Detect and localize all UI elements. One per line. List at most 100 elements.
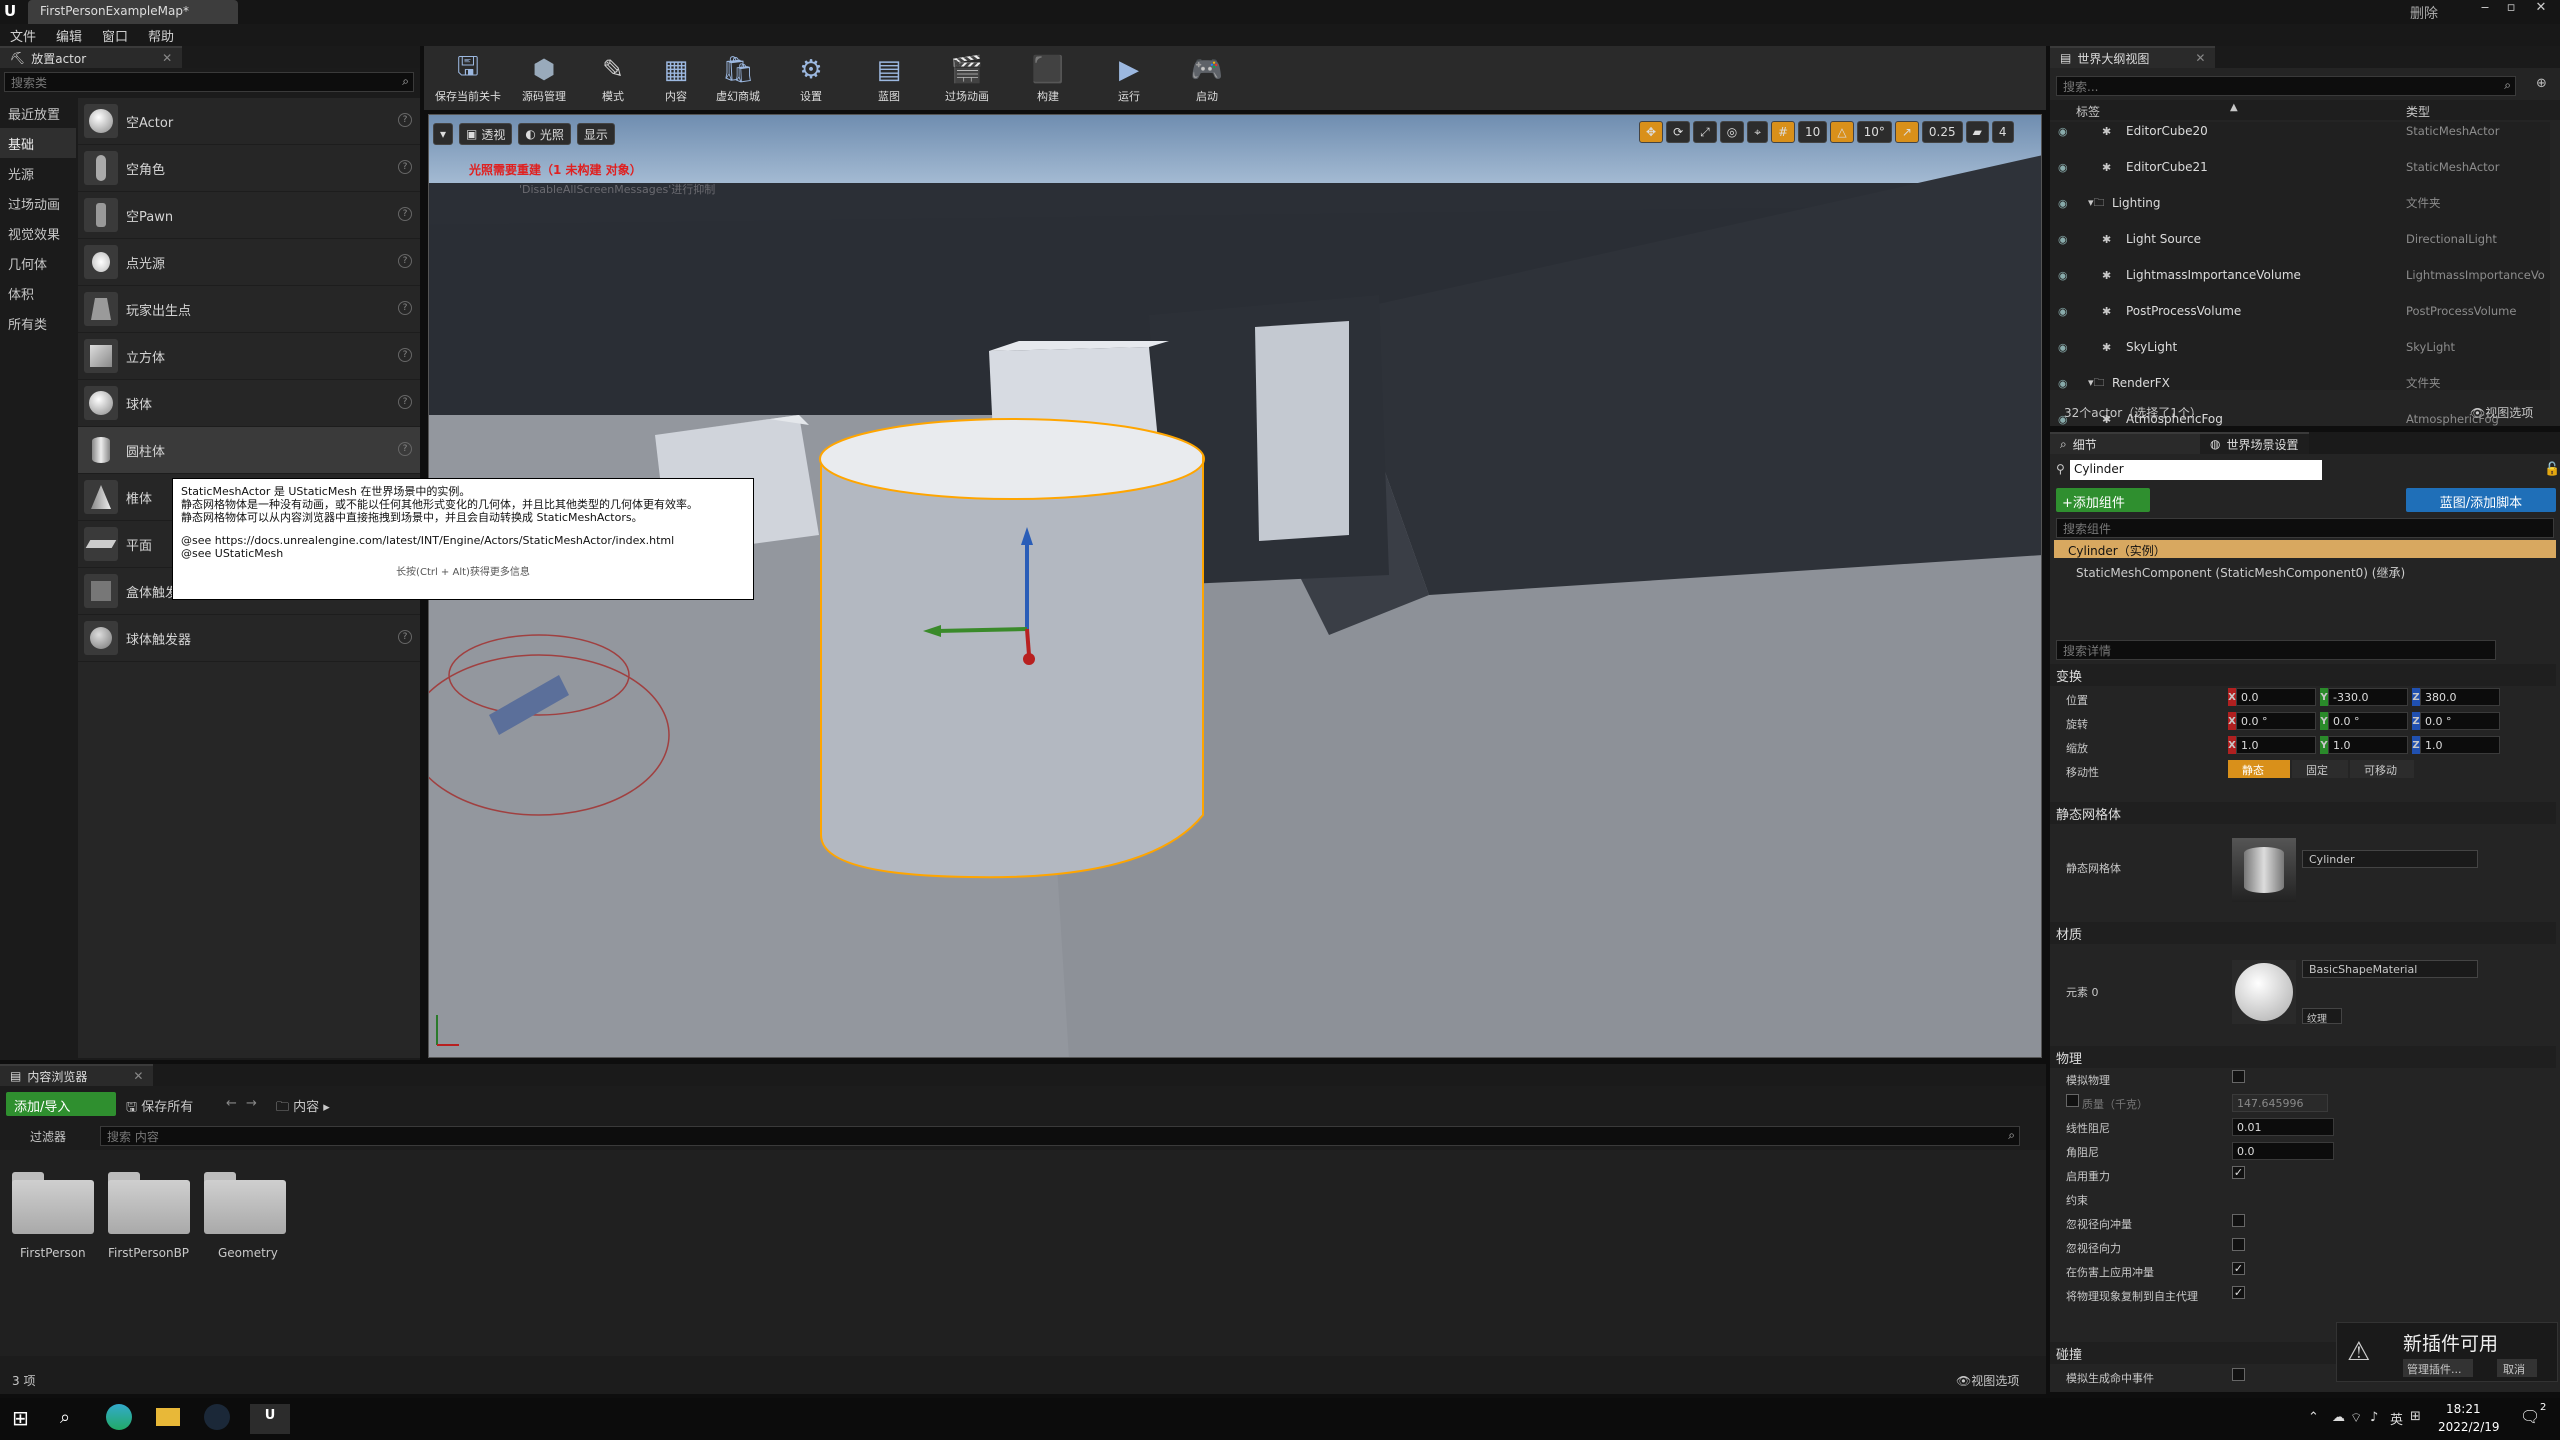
- sim-hit-checkbox[interactable]: [2232, 1368, 2245, 1381]
- camera-speed[interactable]: 4: [1991, 121, 2014, 143]
- actor-item-sphere-trigger[interactable]: 球体触发器?: [78, 615, 420, 662]
- windows-start-icon[interactable]: ⊞: [12, 1406, 29, 1430]
- menu-edit[interactable]: 编辑: [46, 26, 92, 45]
- path-breadcrumb[interactable]: 🗀 内容 ▸: [276, 1096, 330, 1120]
- scale-snap-icon[interactable]: ↗: [1894, 121, 1919, 143]
- marketplace-button[interactable]: 🛍 虚幻商城: [708, 48, 768, 106]
- materials-section[interactable]: 材质: [2050, 922, 2556, 944]
- mobility-stationary[interactable]: 固定: [2292, 760, 2348, 778]
- loc-y[interactable]: -330.0: [2328, 688, 2408, 706]
- mesh-dropdown[interactable]: Cylinder: [2302, 850, 2478, 868]
- actor-item-empty-actor[interactable]: 空Actor?: [78, 98, 420, 145]
- unreal-icon[interactable]: U: [250, 1404, 290, 1434]
- texture-button[interactable]: 纹理: [2302, 1008, 2342, 1025]
- save-all-button[interactable]: 🖫 保存所有: [126, 1096, 193, 1120]
- material-dropdown[interactable]: BasicShapeMaterial: [2302, 960, 2478, 978]
- add-component-button[interactable]: +添加组件: [2056, 488, 2150, 512]
- actor-item-cube[interactable]: 立方体?: [78, 333, 420, 380]
- mobility-movable[interactable]: 可移动: [2350, 760, 2414, 778]
- tab-world-outliner[interactable]: ▤ 世界大纲视图 ✕: [2050, 46, 2216, 68]
- file-explorer-icon[interactable]: [156, 1408, 180, 1426]
- outliner-row[interactable]: ◉ ✱ PostProcessVolume PostProcessVolume: [2050, 302, 2550, 320]
- content-view-options[interactable]: 👁视图选项: [1956, 1372, 2019, 1389]
- visibility-eye-icon[interactable]: ◉: [2058, 341, 2068, 354]
- surface-snap-icon[interactable]: ⌖: [1747, 121, 1768, 143]
- scale-y[interactable]: 1.0: [2328, 736, 2408, 754]
- ime-icon[interactable]: ⊞: [2410, 1409, 2421, 1424]
- lit-button[interactable]: ◐ 光照: [518, 123, 571, 145]
- mobility-static[interactable]: 静态: [2228, 760, 2290, 778]
- tab-place-actor[interactable]: ⛏ 放置actor ✕: [0, 46, 183, 68]
- tab-content-browser[interactable]: ▤ 内容浏览器 ✕: [0, 1064, 154, 1086]
- outliner-view-options[interactable]: 👁视图选项: [2470, 404, 2533, 421]
- physics-section[interactable]: 物理: [2050, 1046, 2556, 1068]
- tab-close-icon[interactable]: ✕: [133, 1069, 143, 1083]
- help-icon[interactable]: ?: [398, 395, 412, 409]
- show-button[interactable]: 显示: [576, 123, 615, 145]
- visibility-eye-icon[interactable]: ◉: [2058, 305, 2068, 318]
- help-icon[interactable]: ?: [398, 113, 412, 127]
- transform-section[interactable]: 变换: [2050, 664, 2556, 686]
- actor-item-cylinder[interactable]: 圆柱体?: [78, 427, 420, 474]
- back-icon[interactable]: ←: [226, 1096, 237, 1111]
- outliner-add-icon[interactable]: ⊕: [2536, 76, 2547, 91]
- outliner-row[interactable]: ◉ ▾🗀 Lighting 文件夹: [2050, 194, 2550, 212]
- actor-item-player-start[interactable]: 玩家出生点?: [78, 286, 420, 333]
- help-icon[interactable]: ?: [398, 207, 412, 221]
- visibility-eye-icon[interactable]: ◉: [2058, 197, 2068, 210]
- scale-size[interactable]: 0.25: [1921, 121, 1963, 143]
- visibility-eye-icon[interactable]: ◉: [2058, 269, 2068, 282]
- play-button[interactable]: ▶ 运行: [1094, 48, 1164, 106]
- scale-z[interactable]: 1.0: [2420, 736, 2500, 754]
- source-control-button[interactable]: ⬢ 源码管理: [514, 48, 574, 106]
- loc-x[interactable]: 0.0: [2236, 688, 2316, 706]
- maximize-icon[interactable]: ▫: [2500, 0, 2522, 20]
- viewport-menu-button[interactable]: ▾: [433, 123, 454, 145]
- forward-icon[interactable]: →: [246, 1096, 257, 1111]
- actor-item-point-light[interactable]: 点光源?: [78, 239, 420, 286]
- replicate-checkbox[interactable]: ✓: [2232, 1286, 2245, 1299]
- rot-snap-icon[interactable]: △: [1830, 121, 1854, 143]
- search-icon[interactable]: ⌕: [60, 1407, 70, 1428]
- grid-size[interactable]: 10: [1798, 121, 1828, 143]
- network-icon[interactable]: ☁: [2332, 1410, 2345, 1425]
- actor-name-field[interactable]: Cylinder: [2070, 460, 2322, 480]
- translate-icon[interactable]: ✥: [1639, 121, 1664, 143]
- content-button[interactable]: ▦ 内容: [652, 48, 700, 106]
- clock-date[interactable]: 2022/2/19: [2438, 1420, 2500, 1434]
- perspective-button[interactable]: ▣ 透视: [459, 123, 513, 145]
- add-import-button[interactable]: 添加/导入: [6, 1092, 116, 1116]
- category-cinematic[interactable]: 过场动画: [0, 188, 76, 218]
- component-search[interactable]: 搜索组件: [2056, 518, 2554, 538]
- ignore-radial-force-checkbox[interactable]: [2232, 1238, 2245, 1251]
- outliner-row[interactable]: ◉ ✱ LightmassImportanceVolume LightmassImpo…: [2050, 266, 2550, 284]
- actor-item-empty-character[interactable]: 空角色?: [78, 145, 420, 192]
- cancel-button[interactable]: 取消: [2497, 1359, 2537, 1377]
- folder-geometry[interactable]: [204, 1170, 286, 1234]
- outliner-row[interactable]: ◉ ✱ EditorCube21 StaticMeshActor: [2050, 158, 2550, 176]
- tab-close-icon[interactable]: ✕: [162, 51, 172, 65]
- static-mesh-section[interactable]: 静态网格体: [2050, 802, 2556, 824]
- notification-center-icon[interactable]: 🗨: [2520, 1407, 2540, 1426]
- visibility-eye-icon[interactable]: ◉: [2058, 125, 2068, 138]
- angular-damping-value[interactable]: 0.0: [2232, 1142, 2334, 1160]
- category-lights[interactable]: 光源: [0, 158, 76, 188]
- menu-window[interactable]: 窗口: [92, 26, 138, 45]
- scale-icon[interactable]: ⤢: [1693, 121, 1717, 143]
- category-geometry[interactable]: 几何体: [0, 248, 76, 278]
- help-icon[interactable]: ?: [398, 301, 412, 315]
- tab-details[interactable]: ⌕ 细节: [2050, 432, 2200, 454]
- place-actor-search[interactable]: 搜索类 ⌕: [4, 72, 414, 92]
- world-icon[interactable]: ◎: [1719, 121, 1745, 143]
- clock-time[interactable]: 18:21: [2446, 1402, 2481, 1416]
- camera-speed-icon[interactable]: ▰: [1965, 121, 1989, 143]
- save-level-button[interactable]: 🖫 保存当前关卡: [430, 48, 506, 106]
- visibility-eye-icon[interactable]: ◉: [2058, 161, 2068, 174]
- apply-impulse-checkbox[interactable]: ✓: [2232, 1262, 2245, 1275]
- outliner-row[interactable]: ◉ ✱ SkyLight SkyLight: [2050, 338, 2550, 356]
- blueprint-script-button[interactable]: 蓝图/添加脚本: [2406, 488, 2556, 512]
- gravity-checkbox[interactable]: ✓: [2232, 1166, 2245, 1179]
- wifi-icon[interactable]: ⌔: [2350, 1410, 2362, 1426]
- rot-size[interactable]: 10°: [1856, 121, 1892, 143]
- col-label[interactable]: 标签: [2076, 103, 2100, 120]
